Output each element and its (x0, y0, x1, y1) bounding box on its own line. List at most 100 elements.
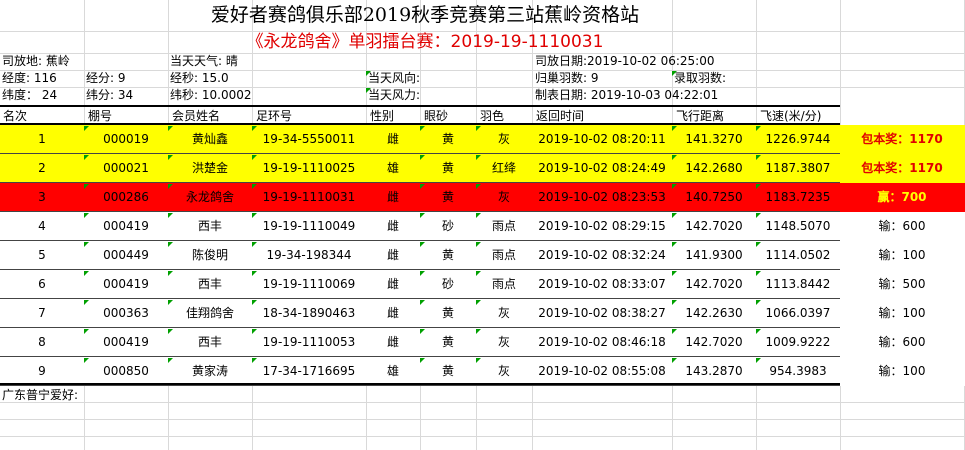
shed-cell[interactable]: 000449 (84, 241, 168, 270)
speed-cell[interactable]: 1066.0397 (756, 299, 840, 328)
table-row[interactable]: 9 000850 黄家涛 17-34-1716695 雄黄灰 2019-10-02 08:… (0, 357, 965, 386)
col-header-rank[interactable]: 名次 (3, 108, 27, 124)
member-name-cell[interactable]: 佳翔鸽舍 (168, 299, 252, 328)
distance-cell[interactable]: 141.9300 (672, 241, 756, 270)
rank-cell[interactable]: 7 (0, 299, 84, 328)
table-row[interactable]: 7 000363 佳翔鸽舍 18-34-1890463 雌黄灰 2019-10-02 08… (0, 299, 965, 328)
prize-cell[interactable]: 输：600 (840, 328, 964, 357)
feather-color-cell[interactable]: 灰 (476, 328, 532, 357)
shed-cell[interactable]: 000419 (84, 328, 168, 357)
col-header-name[interactable]: 会员姓名 (172, 108, 220, 124)
prize-cell[interactable]: 输：100 (840, 357, 964, 386)
col-header-distance[interactable]: 飞行距离 (676, 108, 724, 124)
col-header-return-time[interactable]: 返回时间 (536, 108, 584, 124)
prize-cell[interactable]: 赢：700 (840, 183, 964, 212)
eye-cell[interactable]: 黄 (420, 154, 476, 183)
speed-cell[interactable]: 1114.0502 (756, 241, 840, 270)
ring-number-cell[interactable]: 17-34-1716695 (252, 357, 366, 386)
distance-cell[interactable]: 141.3270 (672, 125, 756, 154)
col-header-eye[interactable]: 眼砂 (424, 108, 448, 124)
sex-cell[interactable]: 雌 (366, 299, 420, 328)
member-name-cell[interactable]: 西丰 (168, 212, 252, 241)
prize-cell[interactable]: 输：100 (840, 299, 964, 328)
return-time-cell[interactable]: 2019-10-02 08:33:07 (532, 270, 672, 299)
table-row[interactable]: 2 000021 洪楚金 19-19-1110025 雄黄红绛 2019-10-02 08… (0, 154, 965, 183)
return-time-cell[interactable]: 2019-10-02 08:38:27 (532, 299, 672, 328)
ring-number-cell[interactable]: 19-19-1110053 (252, 328, 366, 357)
eye-cell[interactable]: 黄 (420, 125, 476, 154)
feather-color-cell[interactable]: 雨点 (476, 241, 532, 270)
sex-cell[interactable]: 雄 (366, 357, 420, 386)
return-time-cell[interactable]: 2019-10-02 08:55:08 (532, 357, 672, 386)
member-name-cell[interactable]: 黄灿鑫 (168, 125, 252, 154)
table-row[interactable]: 1 000019 黄灿鑫 19-34-5550011 雌黄灰 2019-10-02 08:… (0, 125, 965, 154)
return-time-cell[interactable]: 2019-10-02 08:46:18 (532, 328, 672, 357)
shed-cell[interactable]: 000363 (84, 299, 168, 328)
ring-number-cell[interactable]: 19-19-1110069 (252, 270, 366, 299)
eye-cell[interactable]: 黄 (420, 328, 476, 357)
sex-cell[interactable]: 雄 (366, 154, 420, 183)
sex-cell[interactable]: 雌 (366, 212, 420, 241)
speed-cell[interactable]: 1187.3807 (756, 154, 840, 183)
ring-number-cell[interactable]: 19-34-5550011 (252, 125, 366, 154)
member-name-cell[interactable]: 永龙鸽舍 (168, 183, 252, 212)
rank-cell[interactable]: 3 (0, 183, 84, 212)
ring-number-cell[interactable]: 19-19-1110031 (252, 183, 366, 212)
feather-color-cell[interactable]: 灰 (476, 125, 532, 154)
eye-cell[interactable]: 黄 (420, 241, 476, 270)
return-time-cell[interactable]: 2019-10-02 08:23:53 (532, 183, 672, 212)
prize-cell[interactable]: 输：600 (840, 212, 964, 241)
member-name-cell[interactable]: 西丰 (168, 328, 252, 357)
rank-cell[interactable]: 2 (0, 154, 84, 183)
shed-cell[interactable]: 000286 (84, 183, 168, 212)
return-time-cell[interactable]: 2019-10-02 08:24:49 (532, 154, 672, 183)
sex-cell[interactable]: 雌 (366, 241, 420, 270)
distance-cell[interactable]: 142.7020 (672, 212, 756, 241)
ring-number-cell[interactable]: 19-19-1110049 (252, 212, 366, 241)
sex-cell[interactable]: 雌 (366, 270, 420, 299)
rank-cell[interactable]: 6 (0, 270, 84, 299)
feather-color-cell[interactable]: 雨点 (476, 270, 532, 299)
speed-cell[interactable]: 1148.5070 (756, 212, 840, 241)
table-row[interactable]: 3 000286 永龙鸽舍 19-19-1110031 雌黄灰 2019-10-02 08… (0, 183, 965, 212)
eye-cell[interactable]: 砂 (420, 212, 476, 241)
eye-cell[interactable]: 黄 (420, 357, 476, 386)
shed-cell[interactable]: 000021 (84, 154, 168, 183)
shed-cell[interactable]: 000419 (84, 212, 168, 241)
col-header-feather[interactable]: 羽色 (480, 108, 504, 124)
feather-color-cell[interactable]: 灰 (476, 357, 532, 386)
table-row[interactable]: 8 000419 西丰 19-19-1110053 雌黄灰 2019-10-02 08:4… (0, 328, 965, 357)
distance-cell[interactable]: 142.7020 (672, 328, 756, 357)
prize-cell[interactable]: 包本奖：1170 (840, 154, 964, 183)
feather-color-cell[interactable]: 灰 (476, 299, 532, 328)
ring-number-cell[interactable]: 18-34-1890463 (252, 299, 366, 328)
speed-cell[interactable]: 1183.7235 (756, 183, 840, 212)
speed-cell[interactable]: 1009.9222 (756, 328, 840, 357)
feather-color-cell[interactable]: 红绛 (476, 154, 532, 183)
return-time-cell[interactable]: 2019-10-02 08:20:11 (532, 125, 672, 154)
member-name-cell[interactable]: 洪楚金 (168, 154, 252, 183)
sex-cell[interactable]: 雌 (366, 125, 420, 154)
distance-cell[interactable]: 143.2870 (672, 357, 756, 386)
table-row[interactable]: 5 000449 陈俊明 19-34-198344 雌黄雨点 2019-10-02 08:… (0, 241, 965, 270)
rank-cell[interactable]: 4 (0, 212, 84, 241)
rank-cell[interactable]: 5 (0, 241, 84, 270)
eye-cell[interactable]: 黄 (420, 299, 476, 328)
member-name-cell[interactable]: 黄家涛 (168, 357, 252, 386)
sex-cell[interactable]: 雌 (366, 328, 420, 357)
speed-cell[interactable]: 1226.9744 (756, 125, 840, 154)
speed-cell[interactable]: 1113.8442 (756, 270, 840, 299)
ring-number-cell[interactable]: 19-19-1110025 (252, 154, 366, 183)
prize-cell[interactable]: 输：100 (840, 241, 964, 270)
table-row[interactable]: 4 000419 西丰 19-19-1110049 雌砂雨点 2019-10-02 08:… (0, 212, 965, 241)
col-header-shed[interactable]: 棚号 (88, 108, 112, 124)
distance-cell[interactable]: 142.7020 (672, 270, 756, 299)
member-name-cell[interactable]: 西丰 (168, 270, 252, 299)
prize-cell[interactable]: 包本奖：1170 (840, 125, 964, 154)
speed-cell[interactable]: 954.3983 (756, 357, 840, 386)
ring-number-cell[interactable]: 19-34-198344 (252, 241, 366, 270)
rank-cell[interactable]: 9 (0, 357, 84, 386)
distance-cell[interactable]: 142.2630 (672, 299, 756, 328)
col-header-sex[interactable]: 性别 (370, 108, 394, 124)
prize-cell[interactable]: 输：500 (840, 270, 964, 299)
